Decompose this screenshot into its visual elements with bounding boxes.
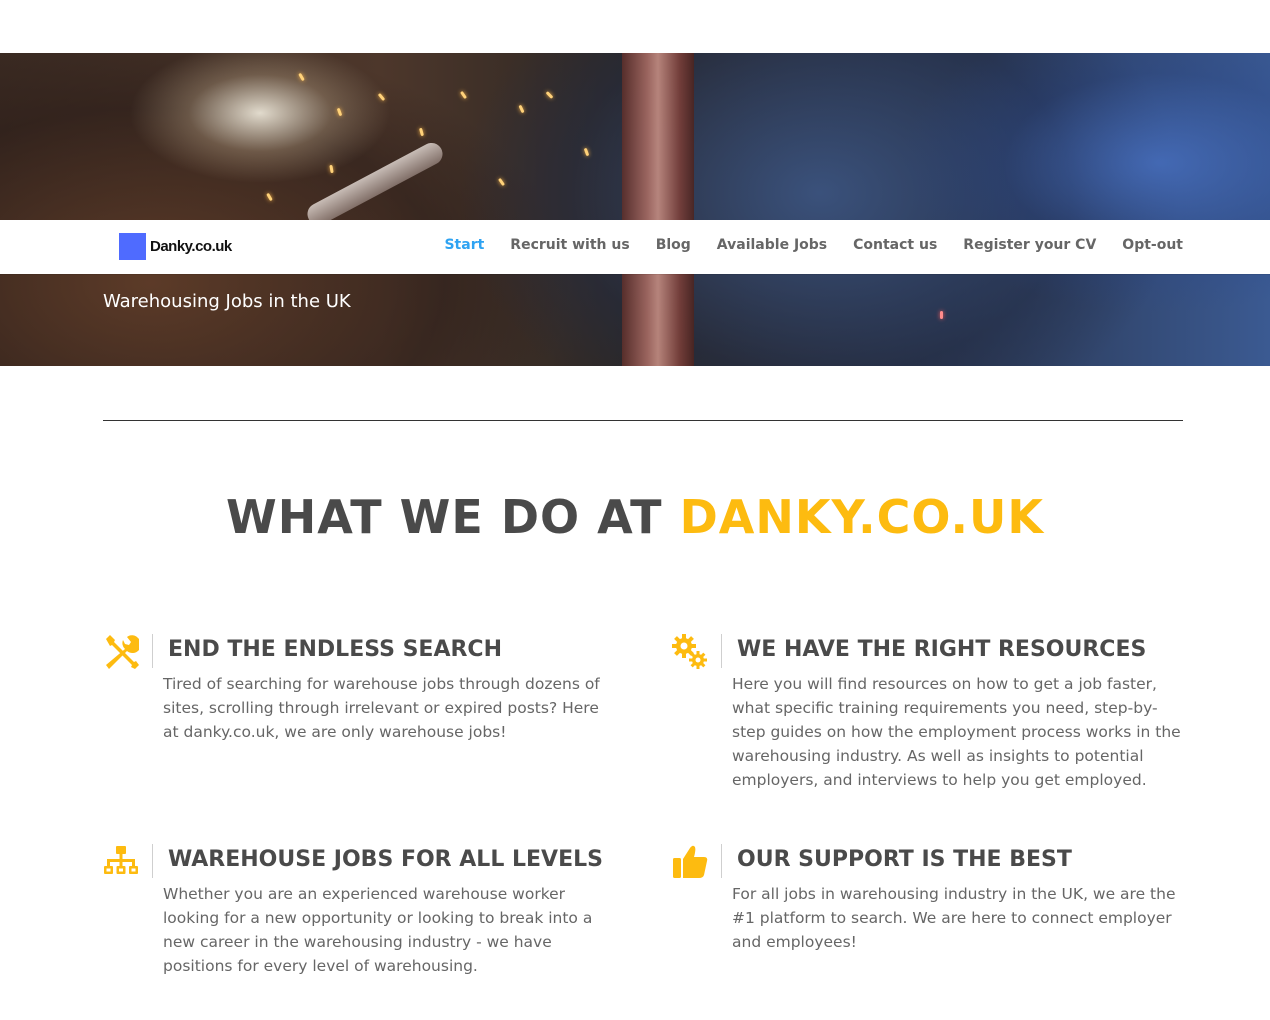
spark	[518, 104, 525, 114]
feature-text: For all jobs in warehousing industry in …	[732, 885, 1176, 951]
nav-item-register-cv[interactable]: Register your CV	[963, 237, 1096, 253]
feature-title: WE HAVE THE RIGHT RESOURCES	[737, 637, 1147, 662]
hero-image-pole	[622, 53, 694, 366]
feature-title: END THE ENDLESS SEARCH	[168, 637, 502, 662]
headline-accent: DANKY.CO.UK	[679, 490, 1044, 544]
feature-text: Tired of searching for warehouse jobs th…	[163, 675, 600, 741]
nav-item-available-jobs[interactable]: Available Jobs	[717, 237, 827, 253]
hero-banner: Warehousing Jobs in the UK	[0, 53, 1270, 366]
feature-title: OUR SUPPORT IS THE BEST	[737, 847, 1072, 872]
headline-text: WHAT WE DO AT	[226, 490, 680, 544]
spark	[266, 192, 273, 202]
spark	[459, 90, 468, 100]
feature-divider	[721, 844, 722, 878]
spark	[329, 164, 334, 174]
spark	[497, 177, 506, 187]
spark	[583, 147, 590, 157]
logo-text: Danky.co.uk	[150, 238, 232, 255]
nav-item-recruit-with-us[interactable]: Recruit with us	[510, 237, 629, 253]
spark	[336, 107, 343, 117]
section-divider	[103, 420, 1183, 421]
hierarchy-icon	[104, 846, 138, 874]
top-bar	[0, 0, 1270, 53]
main-navbar: Danky.co.uk Start Recruit with us Blog A…	[0, 220, 1270, 274]
feature-divider	[152, 634, 153, 668]
nav-menu: Start Recruit with us Blog Available Job…	[418, 237, 1183, 253]
spark	[545, 91, 554, 99]
nav-item-opt-out[interactable]: Opt-out	[1122, 237, 1183, 253]
spark	[298, 72, 305, 82]
spark	[419, 127, 424, 137]
tools-icon	[106, 635, 139, 669]
feature-divider	[152, 844, 153, 878]
thumbs-up-icon	[673, 845, 708, 878]
section-headline: WHAT WE DO AT DANKY.CO.UK	[0, 490, 1270, 544]
gears-icon	[672, 634, 707, 669]
nav-item-blog[interactable]: Blog	[656, 237, 691, 253]
feature-text: Here you will find resources on how to g…	[732, 675, 1181, 789]
spark	[940, 311, 943, 319]
site-logo[interactable]: Danky.co.uk	[119, 233, 232, 260]
feature-text: Whether you are an experienced warehouse…	[163, 885, 593, 975]
nav-item-start[interactable]: Start	[444, 237, 484, 253]
feature-divider	[721, 634, 722, 668]
spark	[377, 92, 386, 102]
nav-item-contact-us[interactable]: Contact us	[853, 237, 937, 253]
feature-title: WAREHOUSE JOBS FOR ALL LEVELS	[168, 847, 603, 872]
hero-title: Warehousing Jobs in the UK	[103, 291, 351, 312]
logo-mark-icon	[119, 233, 146, 260]
hero-image-torch	[303, 139, 447, 229]
